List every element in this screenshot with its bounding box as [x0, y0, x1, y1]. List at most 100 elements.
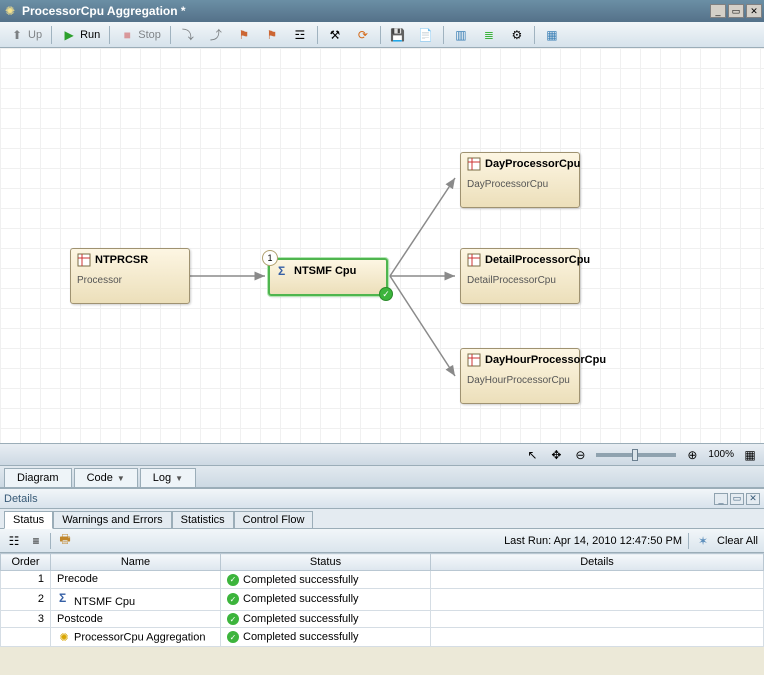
tools-button-2[interactable]: ⟳	[350, 25, 376, 45]
col-name[interactable]: Name	[51, 554, 221, 571]
pan-icon[interactable]: ✥	[548, 447, 564, 463]
properties-icon: ⚙	[509, 27, 525, 43]
up-button[interactable]: ⬆ Up	[4, 25, 47, 45]
details-tabs: Status Warnings and Errors Statistics Co…	[0, 509, 764, 529]
gear-icon: ✺	[2, 3, 18, 19]
tab-diagram[interactable]: Diagram	[4, 468, 72, 487]
cell-status: ✓Completed successfully	[221, 610, 431, 628]
close-button[interactable]: ✕	[746, 4, 762, 18]
details-minimize-button[interactable]: _	[714, 493, 728, 505]
table-row[interactable]: 1Precode✓Completed successfully	[1, 571, 764, 589]
cell-name: Postcode	[51, 610, 221, 628]
node-subtitle: DetailProcessorCpu	[467, 275, 573, 286]
note-icon: 📄	[418, 27, 434, 43]
details-close-button[interactable]: ✕	[746, 493, 760, 505]
run-button[interactable]: ▶ Run	[56, 25, 105, 45]
zoom-out-button[interactable]: ⊖	[572, 447, 588, 463]
cell-order: 3	[1, 610, 51, 628]
props-button[interactable]: ⚙	[504, 25, 530, 45]
col-order[interactable]: Order	[1, 554, 51, 571]
tab-label: Statistics	[181, 514, 225, 526]
col-details[interactable]: Details	[431, 554, 764, 571]
tab-code[interactable]: Code ▼	[74, 468, 138, 487]
node-ntprcsr[interactable]: NTPRCSR Processor	[70, 248, 190, 304]
details-title: Details	[4, 493, 38, 505]
layout-button-1[interactable]: ▥	[448, 25, 474, 45]
canvas-status-bar: ↖ ✥ ⊖ ⊕ 100% ▦	[0, 443, 764, 465]
node-title: NTPRCSR	[95, 254, 148, 267]
node-title: NTSMF Cpu	[294, 265, 356, 278]
window-titlebar: ✺ ProcessorCpu Aggregation * _ ▭ ✕	[0, 0, 764, 22]
up-label: Up	[28, 29, 42, 41]
chevron-down-icon[interactable]: ▼	[175, 474, 183, 483]
diagram-canvas[interactable]: NTPRCSR Processor 1 Σ NTSMF Cpu ✓ DayPro…	[0, 48, 764, 466]
table-row[interactable]: ✺ProcessorCpu Aggregation✓Completed succ…	[1, 628, 764, 647]
node-title: DayHourProcessorCpu	[485, 354, 606, 367]
debug-button[interactable]: ⚑	[231, 25, 257, 45]
sigma-icon: Σ	[276, 264, 290, 278]
fit-icon[interactable]: ▦	[742, 447, 758, 463]
list-view-icon[interactable]: ≡	[28, 533, 44, 549]
cell-name: ΣNTSMF Cpu	[51, 588, 221, 610]
cell-order	[1, 628, 51, 647]
node-subtitle: Processor	[77, 275, 183, 286]
tab-label: Diagram	[17, 472, 59, 484]
pointer-icon[interactable]: ↖	[524, 447, 540, 463]
notes-button[interactable]: 📄	[413, 25, 439, 45]
details-tab-status[interactable]: Status	[4, 511, 53, 529]
step-button-2[interactable]: ⤴	[203, 25, 229, 45]
main-toolbar: ⬆ Up ▶ Run ■ Stop ⤵ ⤴ ⚑ ⚑ ☲ ⚒ ⟳ 💾 📄 ▥ ≣ …	[0, 22, 764, 48]
restore-button[interactable]: ▭	[728, 4, 744, 18]
svg-text:Σ: Σ	[278, 264, 285, 278]
tab-label: Code	[87, 472, 113, 484]
table-icon	[467, 353, 481, 367]
check-icon: ✓	[227, 593, 239, 605]
columns-icon: ▥	[453, 27, 469, 43]
layout-button-2[interactable]: ≣	[476, 25, 502, 45]
breakpoint-button[interactable]: ⚑	[259, 25, 285, 45]
details-tab-warnings[interactable]: Warnings and Errors	[53, 511, 171, 529]
details-table: Order Name Status Details 1Precode✓Compl…	[0, 553, 764, 647]
cell-order: 2	[1, 588, 51, 610]
tab-log[interactable]: Log▼	[140, 468, 196, 487]
col-status[interactable]: Status	[221, 554, 431, 571]
node-dayprocessorcpu[interactable]: DayProcessorCpu DayProcessorCpu	[460, 152, 580, 208]
table-row[interactable]: 2ΣNTSMF Cpu✓Completed successfully	[1, 588, 764, 610]
stop-button[interactable]: ■ Stop	[114, 25, 166, 45]
node-dayhourprocessorcpu[interactable]: DayHourProcessorCpu DayHourProcessorCpu	[460, 348, 580, 404]
stop-label: Stop	[138, 29, 161, 41]
chevron-down-icon[interactable]: ▼	[117, 474, 125, 483]
cell-status: ✓Completed successfully	[221, 628, 431, 647]
node-title: DayProcessorCpu	[485, 158, 580, 171]
details-restore-button[interactable]: ▭	[730, 493, 744, 505]
tree-view-icon[interactable]: ☷	[6, 533, 22, 549]
zoom-in-button[interactable]: ⊕	[684, 447, 700, 463]
cell-status: ✓Completed successfully	[221, 588, 431, 610]
table-row[interactable]: 3Postcode✓Completed successfully	[1, 610, 764, 628]
grid-button[interactable]: ▦	[539, 25, 565, 45]
breakpoint-list-button[interactable]: ☲	[287, 25, 313, 45]
node-detailprocessorcpu[interactable]: DetailProcessorCpu DetailProcessorCpu	[460, 248, 580, 304]
success-badge-icon: ✓	[379, 287, 393, 301]
details-tab-statistics[interactable]: Statistics	[172, 511, 234, 529]
cell-details	[431, 588, 764, 610]
clear-all-button[interactable]: Clear All	[717, 535, 758, 547]
last-run-label: Last Run: Apr 14, 2010 12:47:50 PM	[504, 535, 682, 547]
minimize-button[interactable]: _	[710, 4, 726, 18]
node-ntsmf-cpu[interactable]: 1 Σ NTSMF Cpu ✓	[268, 258, 388, 296]
view-tabs: Diagram Code ▼ Log▼	[0, 466, 764, 488]
run-label: Run	[80, 29, 100, 41]
zoom-level: 100%	[708, 449, 734, 460]
step-icon: ⤵	[180, 27, 196, 43]
step-button-1[interactable]: ⤵	[175, 25, 201, 45]
cell-details	[431, 610, 764, 628]
save-button[interactable]: 💾	[385, 25, 411, 45]
tab-label: Control Flow	[243, 514, 305, 526]
zoom-slider[interactable]	[596, 453, 676, 457]
tools-button-1[interactable]: ⚒	[322, 25, 348, 45]
clear-icon: ✶	[695, 533, 711, 549]
details-tab-control-flow[interactable]: Control Flow	[234, 511, 314, 529]
grid-icon: ▦	[544, 27, 560, 43]
refresh-icon: ⟳	[355, 27, 371, 43]
print-icon[interactable]: 🖶	[57, 533, 73, 549]
